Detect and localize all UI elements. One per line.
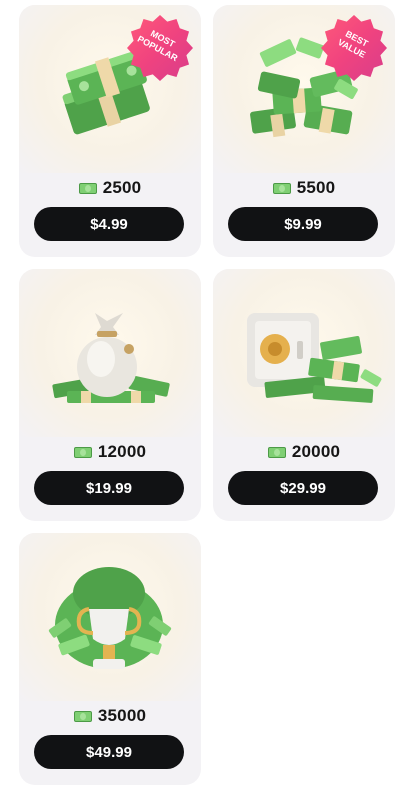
pack-card-35000[interactable]: 35000 $49.99 <box>19 533 201 785</box>
pack-amount: 5500 <box>213 177 395 199</box>
best-value-badge: BEST VALUE <box>321 15 387 81</box>
pack-card-2500[interactable]: MOST POPULAR 2500 $4.99 <box>19 5 201 257</box>
pack-card-20000[interactable]: 20000 $29.99 <box>213 269 395 521</box>
amount-value: 20000 <box>291 442 341 461</box>
safe-with-cash-illustration <box>247 313 382 403</box>
most-popular-badge: MOST POPULAR <box>127 15 193 81</box>
cash-icon <box>267 446 286 458</box>
pack-amount: 35000 <box>19 705 201 727</box>
buy-button-20000[interactable]: $29.99 <box>228 471 378 505</box>
buy-button-12000[interactable]: $19.99 <box>34 471 184 505</box>
pack-card-5500[interactable]: BEST VALUE 5500 $9.99 <box>213 5 395 257</box>
pack-amount: 2500 <box>19 177 201 199</box>
amount-value: 5500 <box>296 178 336 197</box>
pack-card-12000[interactable]: 12000 $19.99 <box>19 269 201 521</box>
buy-button-2500[interactable]: $4.99 <box>34 207 184 241</box>
amount-value: 2500 <box>102 178 142 197</box>
pack-amount: 12000 <box>19 441 201 463</box>
cash-icon <box>73 446 92 458</box>
buy-button-5500[interactable]: $9.99 <box>228 207 378 241</box>
pack-art: BEST VALUE <box>213 5 395 173</box>
pack-art <box>19 269 201 437</box>
cash-icon <box>78 182 97 194</box>
buy-button-35000[interactable]: $49.99 <box>34 735 184 769</box>
pack-art <box>19 533 201 701</box>
trophy-with-cash-illustration <box>48 567 172 669</box>
money-bag-illustration <box>52 313 170 403</box>
coin-pack-grid: MOST POPULAR 2500 $4.99 BEST VALUE 5500 … <box>0 0 414 785</box>
cash-icon <box>73 710 92 722</box>
pack-art: MOST POPULAR <box>19 5 201 173</box>
pack-art <box>213 269 395 437</box>
pack-amount: 20000 <box>213 441 395 463</box>
cash-icon <box>272 182 291 194</box>
amount-value: 12000 <box>97 442 147 461</box>
amount-value: 35000 <box>97 706 147 725</box>
